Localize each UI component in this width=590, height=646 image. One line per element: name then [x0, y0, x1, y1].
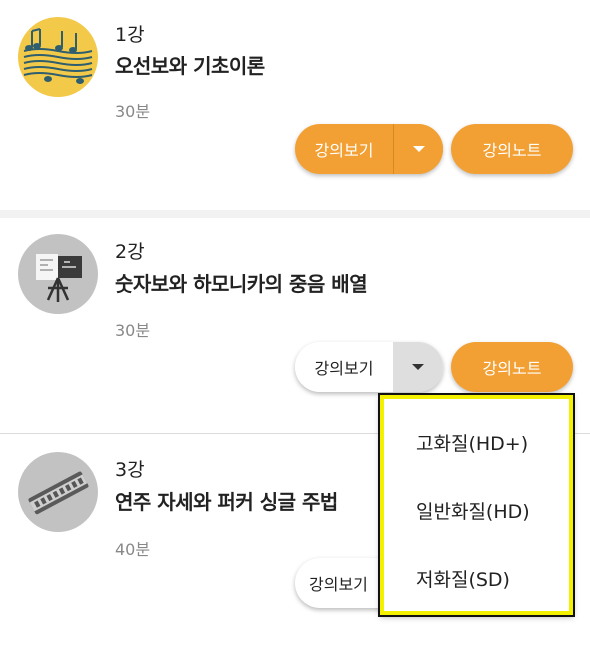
- harmonica-icon: [28, 471, 89, 515]
- quality-option-sd[interactable]: 저화질(SD): [416, 565, 510, 592]
- lecture-notes-label: 강의노트: [482, 359, 542, 378]
- lecture-notes-button[interactable]: 강의노트: [451, 342, 573, 392]
- lesson-duration: 30분: [115, 102, 151, 121]
- view-lecture-label: 강의보기: [314, 359, 374, 378]
- lesson-title: 숫자보와 하모니카의 중음 배열: [115, 272, 368, 296]
- music-staff-icon: [23, 28, 93, 84]
- view-lecture-split-button: 강의보기: [295, 124, 443, 174]
- lesson-duration: 30분: [115, 321, 151, 340]
- lesson-number: 2강: [115, 241, 145, 263]
- view-lecture-button[interactable]: 강의보기: [295, 342, 393, 392]
- section-divider: [0, 210, 590, 218]
- lecture-notes-label: 강의노트: [482, 141, 542, 160]
- view-lecture-label: 강의보기: [309, 575, 368, 594]
- quality-dropdown-button[interactable]: [393, 342, 443, 392]
- view-lecture-split-button: 강의보기: [295, 342, 443, 392]
- view-lecture-label: 강의보기: [314, 141, 374, 160]
- quality-option-hd-plus[interactable]: 고화질(HD+): [416, 429, 528, 456]
- lecture-notes-button[interactable]: 강의노트: [451, 124, 573, 174]
- chevron-down-icon: [412, 364, 424, 370]
- lesson-2-thumbnail: [18, 234, 98, 314]
- lesson-number: 3강: [115, 459, 145, 481]
- quality-dropdown-menu: 고화질(HD+) 일반화질(HD) 저화질(SD): [378, 393, 575, 617]
- presentation-board-icon: [36, 254, 82, 302]
- quality-option-hd[interactable]: 일반화질(HD): [416, 497, 530, 524]
- lesson-number: 1강: [115, 24, 145, 46]
- lesson-3-thumbnail: [18, 452, 98, 532]
- quality-dropdown-button[interactable]: [394, 124, 443, 174]
- lesson-1-thumbnail: [18, 17, 98, 97]
- view-lecture-button[interactable]: 강의보기: [295, 124, 393, 174]
- lesson-title: 오선보와 기초이론: [115, 54, 265, 78]
- chevron-down-icon: [412, 146, 425, 152]
- lesson-title: 연주 자세와 퍼커 싱글 주법: [115, 490, 338, 514]
- lesson-duration: 40분: [115, 540, 151, 559]
